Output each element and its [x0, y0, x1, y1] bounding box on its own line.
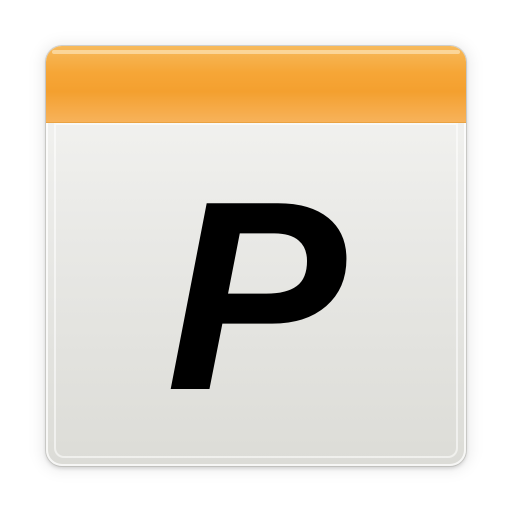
app-icon-letter: P: [165, 145, 347, 447]
icon-body: P: [46, 123, 466, 466]
app-icon[interactable]: P: [46, 46, 466, 466]
icon-canvas: P: [0, 0, 512, 512]
icon-header-band: [46, 46, 466, 123]
